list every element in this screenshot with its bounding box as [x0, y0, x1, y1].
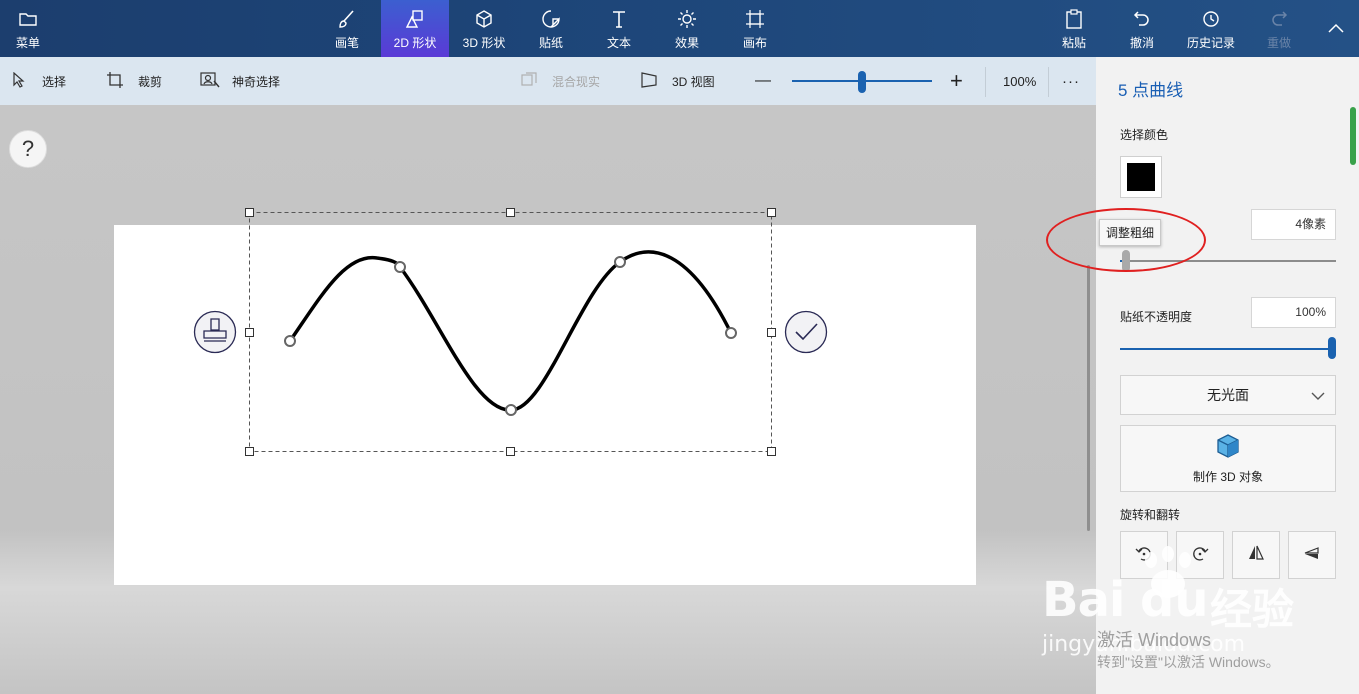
chevron-down-icon — [1311, 388, 1325, 404]
finish-dropdown-value: 无光面 — [1207, 387, 1249, 403]
opacity-label: 贴纸不透明度 — [1120, 310, 1193, 324]
activate-windows-title: 激活 Windows — [1097, 630, 1212, 650]
resize-handle[interactable] — [506, 447, 515, 456]
curve-point[interactable] — [725, 327, 737, 339]
activate-windows-subtitle: 转到"设置"以激活 Windows。 — [1097, 654, 1280, 670]
resize-handle[interactable] — [767, 328, 776, 337]
flip-vertical-button[interactable] — [1288, 531, 1336, 579]
history-icon — [1200, 8, 1222, 30]
flip-horizontal-button[interactable] — [1232, 531, 1280, 579]
collapse-ribbon-button[interactable] — [1314, 0, 1358, 57]
shape-overlay — [193, 208, 828, 456]
color-label: 选择颜色 — [1120, 128, 1169, 142]
flip-vertical-icon — [1303, 544, 1321, 567]
thickness-field[interactable]: 4像素 — [1251, 209, 1336, 240]
stamp-button[interactable] — [193, 310, 237, 354]
jingyan-watermark: 经验 — [1210, 585, 1295, 634]
history-label: 历史记录 — [1186, 36, 1235, 50]
panel-scrollbar[interactable] — [1350, 107, 1356, 165]
make-3d-label: 制作 3D 对象 — [1192, 469, 1263, 484]
resize-handle[interactable] — [245, 328, 254, 337]
chevron-up-icon — [1328, 22, 1344, 36]
five-point-curve[interactable] — [288, 250, 733, 412]
confirm-button[interactable] — [784, 310, 828, 354]
redo-button[interactable]: 重做 — [1254, 0, 1304, 57]
curve-point[interactable] — [284, 335, 296, 347]
baidu-watermark-du: du — [1140, 572, 1209, 628]
make-3d-button[interactable]: 制作 3D 对象 — [1120, 425, 1336, 492]
flip-horizontal-icon — [1247, 544, 1265, 567]
resize-handle[interactable] — [245, 447, 254, 456]
resize-handle[interactable] — [506, 208, 515, 217]
opacity-field[interactable]: 100% — [1251, 297, 1336, 328]
undo-button[interactable]: 撤消 — [1117, 0, 1167, 57]
resize-handles[interactable] — [245, 208, 776, 456]
color-picker-button[interactable] — [1120, 156, 1162, 198]
redo-label: 重做 — [1266, 36, 1291, 50]
redo-icon — [1268, 8, 1290, 30]
curve-point[interactable] — [394, 261, 406, 273]
resize-handle[interactable] — [245, 208, 254, 217]
history-button[interactable]: 历史记录 — [1180, 0, 1242, 57]
curve-point[interactable] — [505, 404, 517, 416]
undo-icon — [1131, 8, 1153, 30]
red-annotation-ellipse — [1046, 208, 1206, 272]
finish-dropdown[interactable]: 无光面 — [1120, 375, 1336, 415]
baidu-watermark-bai: Bai — [1042, 572, 1125, 628]
resize-handle[interactable] — [767, 447, 776, 456]
3d-cube-icon — [1215, 433, 1241, 462]
curve-point[interactable] — [614, 256, 626, 268]
selected-color-swatch — [1127, 163, 1155, 191]
resize-handle[interactable] — [767, 208, 776, 217]
opacity-slider-fill[interactable] — [1120, 348, 1332, 350]
opacity-slider-thumb[interactable] — [1328, 337, 1336, 359]
undo-label: 撤消 — [1129, 36, 1154, 50]
panel-title: 5 点曲线 — [1118, 81, 1184, 100]
rotate-label: 旋转和翻转 — [1120, 508, 1181, 522]
